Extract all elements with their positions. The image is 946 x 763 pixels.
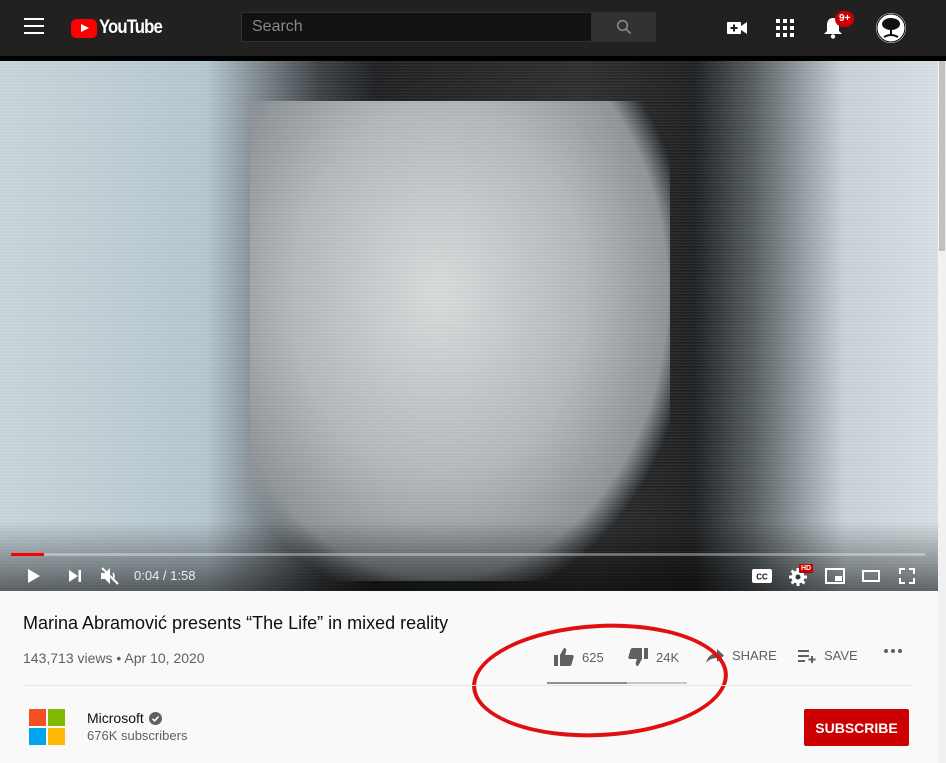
miniplayer-button[interactable] [823,564,847,588]
channel-avatar-microsoft-logo[interactable] [29,709,65,745]
volume-muted-icon [101,567,119,585]
settings-button[interactable]: HD [786,564,814,588]
svg-text:CC: CC [756,573,768,582]
search-input[interactable] [241,12,592,42]
channel-name[interactable]: Microsoft [87,710,162,726]
search-button[interactable] [592,12,656,42]
playlist-add-icon [798,649,816,663]
divider [23,685,911,686]
masthead: YouTube 9+ [0,0,946,61]
save-button[interactable]: SAVE [798,648,858,663]
save-label: SAVE [824,648,858,663]
annotation-circle [469,617,731,744]
share-label: SHARE [732,648,777,663]
miniplayer-icon [825,568,845,584]
time-display: 0:04 / 1:58 [134,568,196,583]
fullscreen-button[interactable] [895,564,919,588]
view-count-date: 143,713 views • Apr 10, 2020 [23,650,205,666]
notification-badge: 9+ [835,11,855,27]
play-icon [28,569,40,583]
search-icon [616,19,632,35]
more-actions-button[interactable] [883,648,903,654]
hamburger-menu-icon[interactable] [24,18,44,34]
channel-name-text: Microsoft [87,710,144,726]
avatar[interactable] [876,13,906,43]
scrollbar-thumb[interactable] [939,61,945,251]
logo-text: YouTube [99,17,163,38]
progress-bar[interactable] [11,553,925,556]
play-button[interactable] [22,564,46,588]
avatar-tree-icon [876,13,906,43]
more-horizontal-icon [884,649,902,653]
apps-button[interactable] [773,16,797,40]
next-icon [69,570,81,582]
mute-button[interactable] [98,564,122,588]
video-title: Marina Abramović presents “The Life” in … [23,613,449,633]
hd-badge: HD [799,564,814,573]
video-player[interactable]: 0:04 / 1:58 CC HD [0,61,938,591]
next-button[interactable] [63,564,87,588]
page-scrollbar[interactable] [938,61,946,763]
verified-check-icon [148,711,162,725]
create-video-button[interactable] [725,16,749,40]
video-camera-add-icon [727,22,747,34]
subscriber-count: 676K subscribers [87,728,188,743]
theater-mode-button[interactable] [859,564,883,588]
subtitles-button[interactable]: CC [750,564,774,588]
theater-mode-icon [862,570,880,582]
progress-fill [11,553,44,556]
apps-grid-icon [776,19,794,37]
closed-captions-icon: CC [752,569,772,583]
fullscreen-icon [899,568,915,584]
subscribe-button[interactable]: SUBSCRIBE [804,709,909,746]
youtube-play-icon [71,18,97,38]
youtube-logo[interactable]: YouTube [71,17,170,39]
